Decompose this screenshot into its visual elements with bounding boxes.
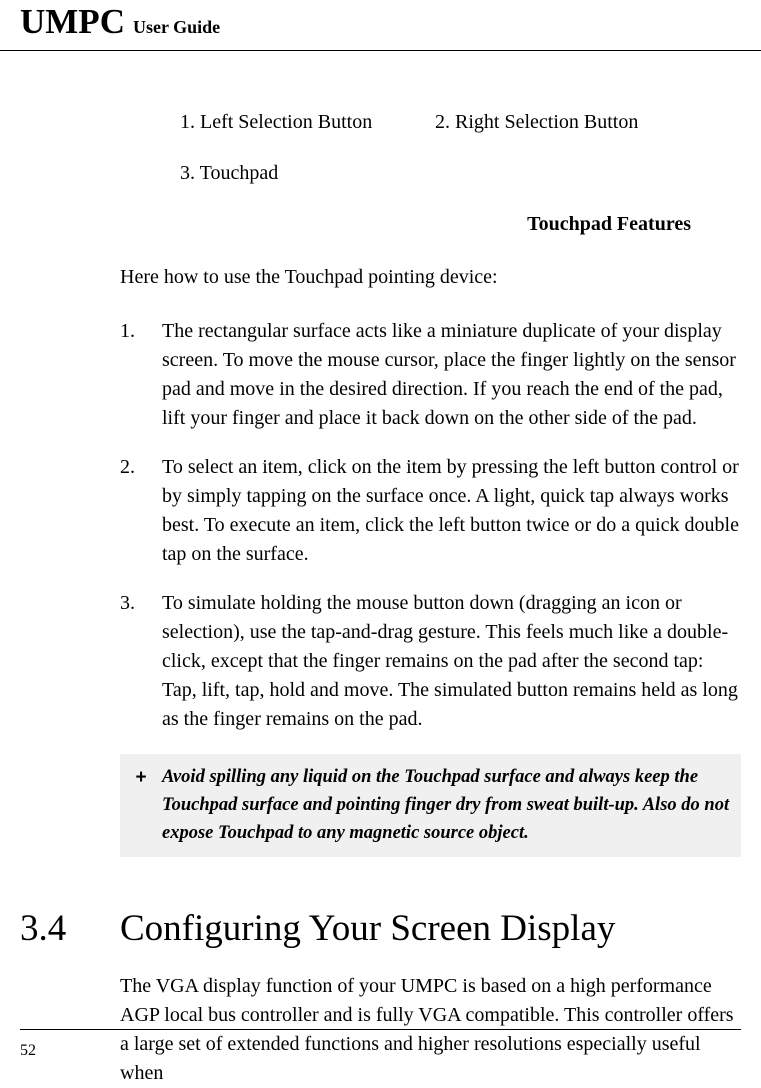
list-number: 1. [120,317,162,433]
header-title-doc: User Guide [133,17,220,37]
list-item: 3. To simulate holding the mouse button … [120,589,741,734]
legend-item-3: 3. Touchpad [180,162,435,185]
list-body: The rectangular surface acts like a mini… [162,317,741,433]
legend-row: 3. Touchpad [180,162,761,185]
section-body: The VGA display function of your UMPC is… [120,972,741,1088]
list-number: 2. [120,453,162,569]
note-text: Avoid spilling any liquid on the Touchpa… [162,764,731,847]
list-number: 3. [120,589,162,734]
page-content: 1. Left Selection Button 2. Right Select… [0,111,761,1088]
list-body: To select an item, click on the item by … [162,453,741,569]
section-title: Configuring Your Screen Display [120,907,615,950]
page-header: UMPC User Guide [0,0,761,51]
header-title-product: UMPC [20,2,125,41]
note-box: + Avoid spilling any liquid on the Touch… [120,754,741,857]
legend-item-2: 2. Right Selection Button [435,111,638,134]
section-number: 3.4 [20,907,120,950]
legend-table: 1. Left Selection Button 2. Right Select… [180,111,761,185]
section-subtitle: Touchpad Features [120,213,691,236]
legend-row: 1. Left Selection Button 2. Right Select… [180,111,761,134]
list-item: 2. To select an item, click on the item … [120,453,741,569]
plus-icon: + [120,764,162,847]
instruction-list: 1. The rectangular surface acts like a m… [120,317,741,734]
list-item: 1. The rectangular surface acts like a m… [120,317,741,433]
footer-rule [20,1029,741,1030]
list-body: To simulate holding the mouse button dow… [162,589,741,734]
page-number: 52 [20,1042,36,1060]
legend-item-1: 1. Left Selection Button [180,111,435,134]
intro-text: Here how to use the Touchpad pointing de… [120,266,741,289]
section-heading: 3.4 Configuring Your Screen Display [20,907,741,950]
